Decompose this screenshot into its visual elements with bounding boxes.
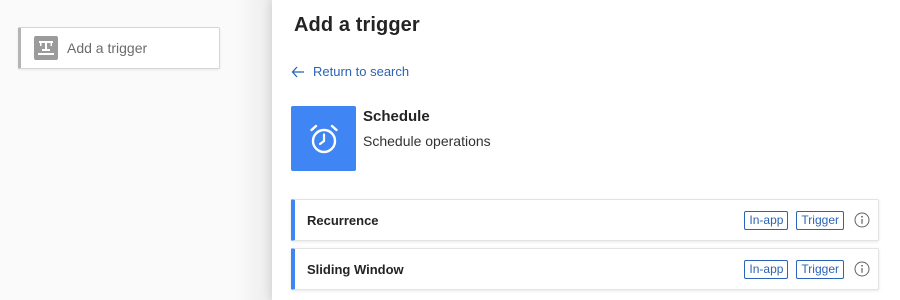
return-to-search-label: Return to search bbox=[313, 64, 410, 79]
in-app-badge: In-app bbox=[744, 210, 789, 230]
info-icon[interactable] bbox=[854, 212, 870, 228]
trigger-placeholder-icon bbox=[34, 36, 58, 60]
schedule-connector: Schedule Schedule operations bbox=[291, 106, 491, 171]
operation-sliding-window[interactable]: Sliding Window In-app Trigger bbox=[291, 248, 879, 290]
trigger-badge: Trigger bbox=[796, 210, 844, 230]
designer-canvas: Add a trigger bbox=[0, 0, 272, 300]
alarm-clock-icon bbox=[309, 124, 338, 153]
trigger-badge: Trigger bbox=[796, 259, 844, 279]
in-app-badge: In-app bbox=[744, 259, 789, 279]
operation-name: Sliding Window bbox=[307, 261, 404, 277]
info-icon[interactable] bbox=[854, 261, 870, 277]
add-trigger-card-label: Add a trigger bbox=[67, 40, 148, 56]
arrow-left-icon bbox=[291, 66, 304, 77]
operation-recurrence[interactable]: Recurrence In-app Trigger bbox=[291, 199, 879, 241]
connector-description: Schedule operations bbox=[363, 133, 491, 149]
return-to-search-link[interactable]: Return to search bbox=[291, 64, 409, 79]
connector-name: Schedule bbox=[363, 108, 430, 125]
panel-title: Add a trigger bbox=[294, 14, 420, 36]
operation-name: Recurrence bbox=[307, 212, 379, 228]
connector-tile bbox=[291, 106, 356, 171]
canvas-shadow bbox=[236, 0, 272, 300]
add-trigger-card[interactable]: Add a trigger bbox=[18, 27, 220, 69]
add-trigger-panel: Add a trigger Return to search Schedule … bbox=[272, 0, 900, 300]
